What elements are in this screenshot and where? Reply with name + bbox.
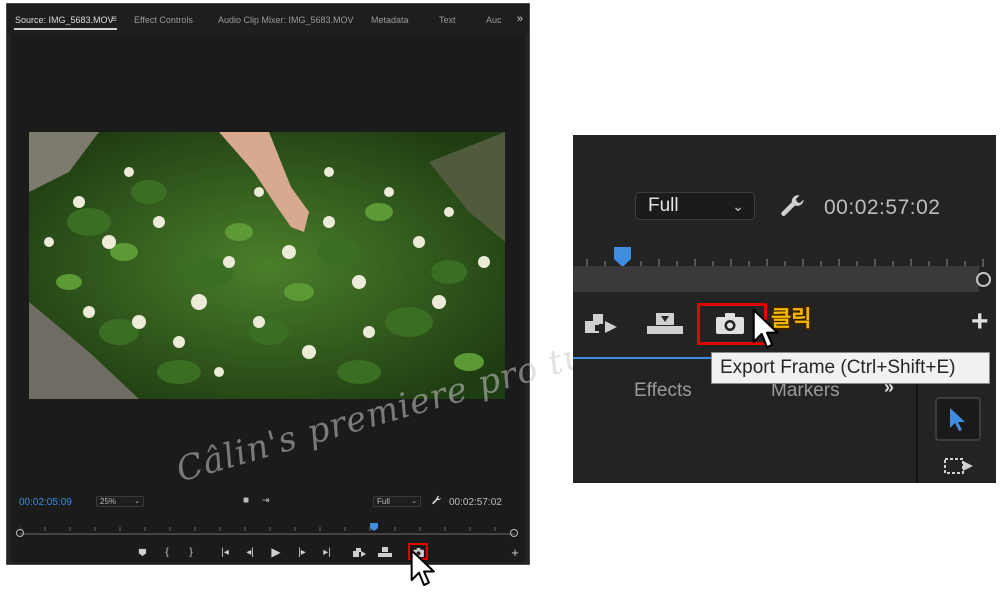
tab-metadata[interactable]: Metadata bbox=[371, 15, 409, 25]
step-forward-icon: |▸ bbox=[298, 546, 306, 558]
tab-effects[interactable]: Effects bbox=[634, 380, 692, 402]
mark-in-icon: { bbox=[165, 546, 169, 558]
step-back-button[interactable]: ◂| bbox=[242, 544, 258, 560]
zoomed-detail-panel: Full ⌄ 00:02:57:02 클릭 + Effects Markers … bbox=[573, 135, 996, 483]
tab-audio-truncated[interactable]: Auc bbox=[486, 15, 502, 25]
chevron-down-icon: ⌄ bbox=[411, 498, 417, 505]
tab-audio-clip-mixer[interactable]: Audio Clip Mixer: IMG_5683.MOV bbox=[218, 15, 354, 25]
current-timecode[interactable]: 00:02:05:09 bbox=[19, 497, 72, 508]
button-editor-plus-button[interactable]: + bbox=[507, 544, 523, 560]
video-frame-image bbox=[29, 132, 505, 399]
zoom-scroll-bar-zoomed[interactable] bbox=[573, 266, 979, 292]
playback-resolution-dropdown[interactable]: Full ⌄ bbox=[373, 496, 421, 507]
zoom-level-dropdown[interactable]: 25% ⌄ bbox=[96, 496, 144, 507]
tab-overflow-icon[interactable]: » bbox=[517, 13, 523, 25]
plus-icon: + bbox=[511, 544, 519, 560]
chevron-down-icon: ⌄ bbox=[732, 198, 744, 214]
duration-timecode: 00:02:57:02 bbox=[449, 497, 502, 508]
play-button[interactable]: ▶ bbox=[268, 544, 284, 560]
tab-text[interactable]: Text bbox=[439, 15, 456, 25]
zoom-handle-left[interactable] bbox=[16, 529, 24, 537]
go-to-out-button[interactable]: ▸| bbox=[319, 544, 335, 560]
mark-out-button[interactable]: } bbox=[183, 544, 199, 560]
go-to-out-icon: ▸| bbox=[323, 546, 331, 558]
overwrite-button-zoomed[interactable] bbox=[647, 305, 683, 341]
zoom-level-value: 25% bbox=[100, 497, 117, 506]
panel-tab-bar: Source: IMG_5683.MOV ≡ Effect Controls A… bbox=[7, 4, 529, 34]
overwrite-icon bbox=[647, 313, 683, 334]
insert-button[interactable] bbox=[352, 544, 368, 560]
marker-icon bbox=[138, 548, 146, 556]
panel-menu-icon[interactable]: ≡ bbox=[111, 14, 117, 25]
overwrite-icon bbox=[378, 547, 392, 557]
zoom-scroll-bar[interactable] bbox=[20, 533, 515, 535]
mark-out-icon: } bbox=[189, 546, 193, 558]
chevron-down-icon: ⌄ bbox=[134, 498, 140, 505]
plus-icon[interactable]: + bbox=[971, 305, 989, 339]
marker-square-icon[interactable]: ■ bbox=[243, 495, 249, 506]
active-tab-underline bbox=[14, 28, 117, 30]
selection-tool-button[interactable] bbox=[935, 397, 981, 441]
selection-arrow-icon bbox=[950, 408, 965, 431]
tab-source[interactable]: Source: IMG_5683.MOV bbox=[15, 15, 114, 25]
duration-timecode-zoomed: 00:02:57:02 bbox=[824, 196, 941, 219]
add-marker-button[interactable] bbox=[134, 544, 150, 560]
settings-arrows-icon[interactable]: ⇥ bbox=[262, 495, 270, 506]
overwrite-button[interactable] bbox=[377, 544, 393, 560]
insert-button-zoomed[interactable] bbox=[583, 305, 619, 341]
go-to-in-icon: |◂ bbox=[221, 546, 229, 558]
insert-icon bbox=[353, 548, 366, 557]
step-back-icon: ◂| bbox=[246, 546, 254, 558]
wrench-icon[interactable] bbox=[778, 193, 806, 221]
mouse-pointer-icon bbox=[752, 308, 779, 349]
panel-divider bbox=[916, 375, 918, 483]
insert-icon bbox=[585, 314, 617, 333]
video-frame bbox=[29, 132, 505, 399]
playhead-marker bbox=[370, 523, 378, 531]
playback-resolution-dropdown-zoomed[interactable]: Full ⌄ bbox=[635, 192, 755, 220]
track-select-tool-icon[interactable] bbox=[943, 453, 975, 479]
go-to-in-button[interactable]: |◂ bbox=[217, 544, 233, 560]
tab-effect-controls[interactable]: Effect Controls bbox=[134, 15, 193, 25]
playback-resolution-value: Full bbox=[377, 497, 390, 506]
step-forward-button[interactable]: |▸ bbox=[294, 544, 310, 560]
mark-in-button[interactable]: { bbox=[159, 544, 175, 560]
playback-resolution-value-zoomed: Full bbox=[648, 195, 679, 216]
wrench-icon[interactable] bbox=[431, 495, 442, 506]
mouse-pointer-icon bbox=[410, 549, 435, 587]
export-frame-tooltip: Export Frame (Ctrl+Shift+E) bbox=[711, 352, 990, 384]
zoom-handle-right-zoomed[interactable] bbox=[976, 272, 991, 287]
time-ruler[interactable] bbox=[20, 523, 515, 531]
playhead-marker-zoomed bbox=[614, 247, 631, 267]
zoom-handle-right[interactable] bbox=[510, 529, 518, 537]
source-monitor-panel: Source: IMG_5683.MOV ≡ Effect Controls A… bbox=[6, 3, 703, 565]
play-icon: ▶ bbox=[271, 545, 281, 559]
